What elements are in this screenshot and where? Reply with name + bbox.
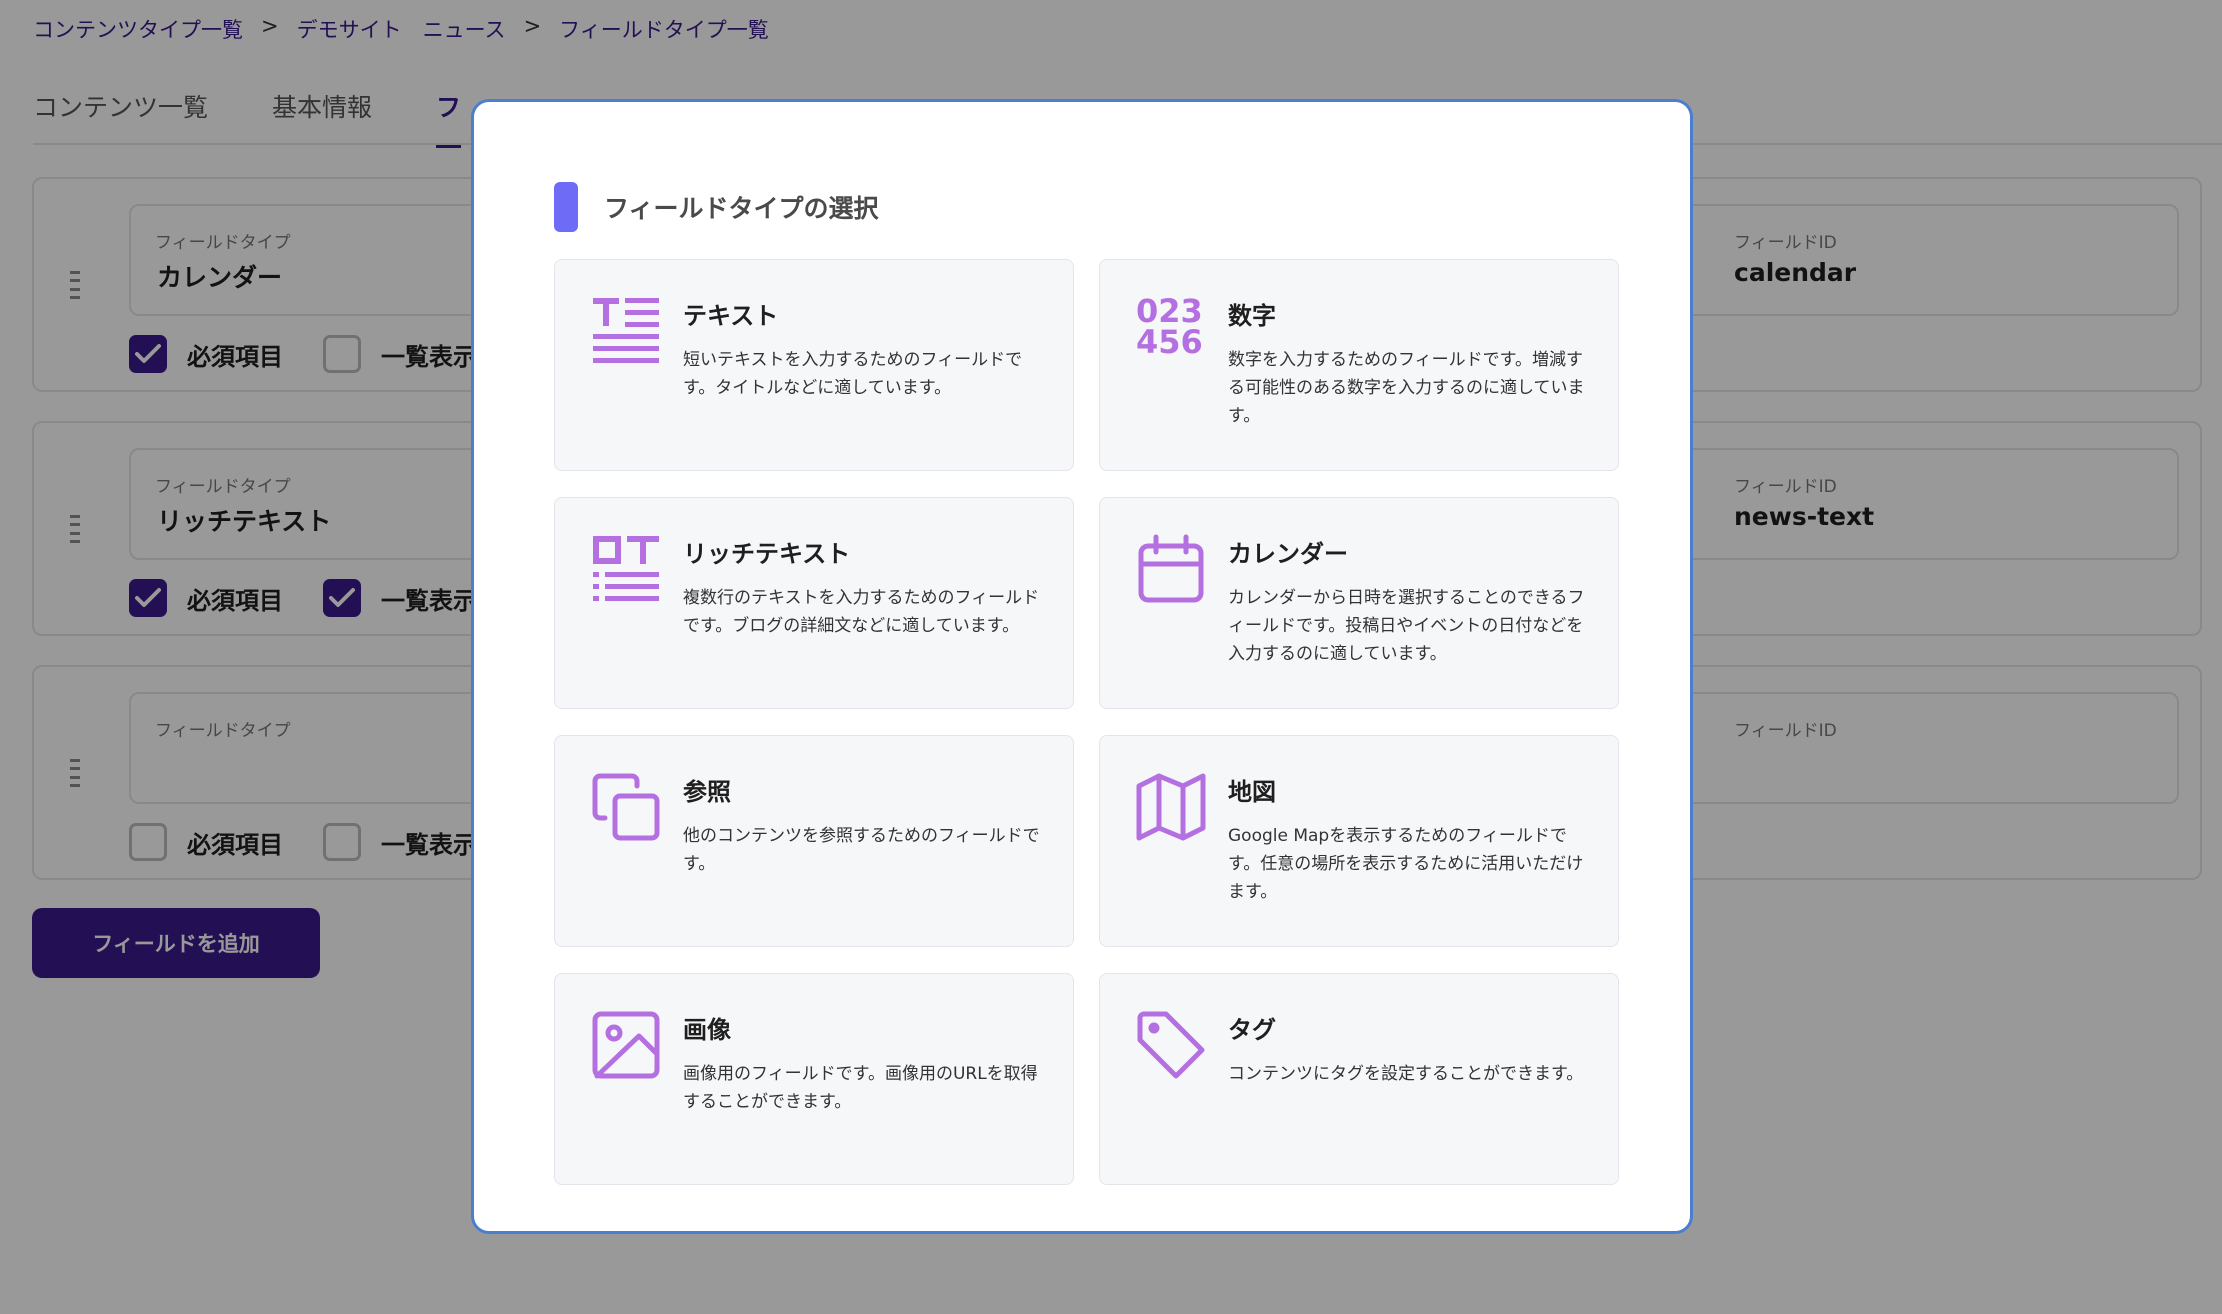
field-type-modal: フィールドタイプの選択 テキスト 短いテキストを入力するためのフィールドです。タ… [471, 99, 1693, 1234]
rich-text-icon [593, 536, 659, 601]
field-type-option-number[interactable]: 023 456 数字 数字を入力するためのフィールドです。増減する可能性のある数… [1099, 259, 1619, 471]
field-type-option-rich-text[interactable]: リッチテキスト 複数行のテキストを入力するためのフィールドです。ブログの詳細文な… [554, 497, 1074, 709]
option-name: 地図 [1228, 778, 1276, 806]
option-name: 数字 [1228, 302, 1276, 330]
option-name: カレンダー [1228, 540, 1348, 568]
option-description: Google Mapを表示するためのフィールドです。任意の場所を表示するために活… [1228, 826, 1584, 902]
option-description: カレンダーから日時を選択することのできるフィールドです。投稿日やイベントの日付な… [1228, 588, 1585, 664]
modal-title: フィールドタイプの選択 [604, 194, 879, 223]
title-accent-bar [554, 182, 578, 232]
option-description: 複数行のテキストを入力するためのフィールドです。ブログの詳細文などに適しています… [683, 588, 1040, 636]
modal-header: フィールドタイプの選択 [554, 182, 879, 232]
option-name: リッチテキスト [683, 540, 851, 568]
option-description: 画像用のフィールドです。画像用のURLを取得することができます。 [683, 1064, 1038, 1112]
option-description: 他のコンテンツを参照するためのフィールドです。 [683, 826, 1040, 874]
option-name: 参照 [683, 778, 731, 806]
field-type-option-calendar[interactable]: カレンダー カレンダーから日時を選択することのできるフィールドです。投稿日やイベ… [1099, 497, 1619, 709]
copy-icon [592, 773, 660, 841]
tag-icon [1137, 1011, 1205, 1079]
map-icon [1136, 773, 1206, 841]
option-name: テキスト [683, 302, 779, 330]
text-icon [593, 298, 659, 363]
option-name: タグ [1228, 1016, 1276, 1044]
option-description: 数字を入力するためのフィールドです。増減する可能性のある数字を入力するのに適して… [1228, 350, 1585, 426]
image-icon [592, 1011, 660, 1079]
field-type-option-image[interactable]: 画像 画像用のフィールドです。画像用のURLを取得することができます。 [554, 973, 1074, 1185]
field-type-option-tag[interactable]: タグ コンテンツにタグを設定することができます。 [1099, 973, 1619, 1185]
field-type-option-reference[interactable]: 参照 他のコンテンツを参照するためのフィールドです。 [554, 735, 1074, 947]
field-type-option-text[interactable]: テキスト 短いテキストを入力するためのフィールドです。タイトルなどに適しています… [554, 259, 1074, 471]
option-description: コンテンツにタグを設定することができます。 [1228, 1064, 1584, 1084]
option-name: 画像 [683, 1016, 731, 1044]
number-icon: 023 456 [1136, 292, 1203, 361]
option-description: 短いテキストを入力するためのフィールドです。タイトルなどに適しています。 [683, 350, 1023, 398]
calendar-icon [1138, 534, 1204, 603]
field-type-option-map[interactable]: 地図 Google Mapを表示するためのフィールドです。任意の場所を表示するた… [1099, 735, 1619, 947]
